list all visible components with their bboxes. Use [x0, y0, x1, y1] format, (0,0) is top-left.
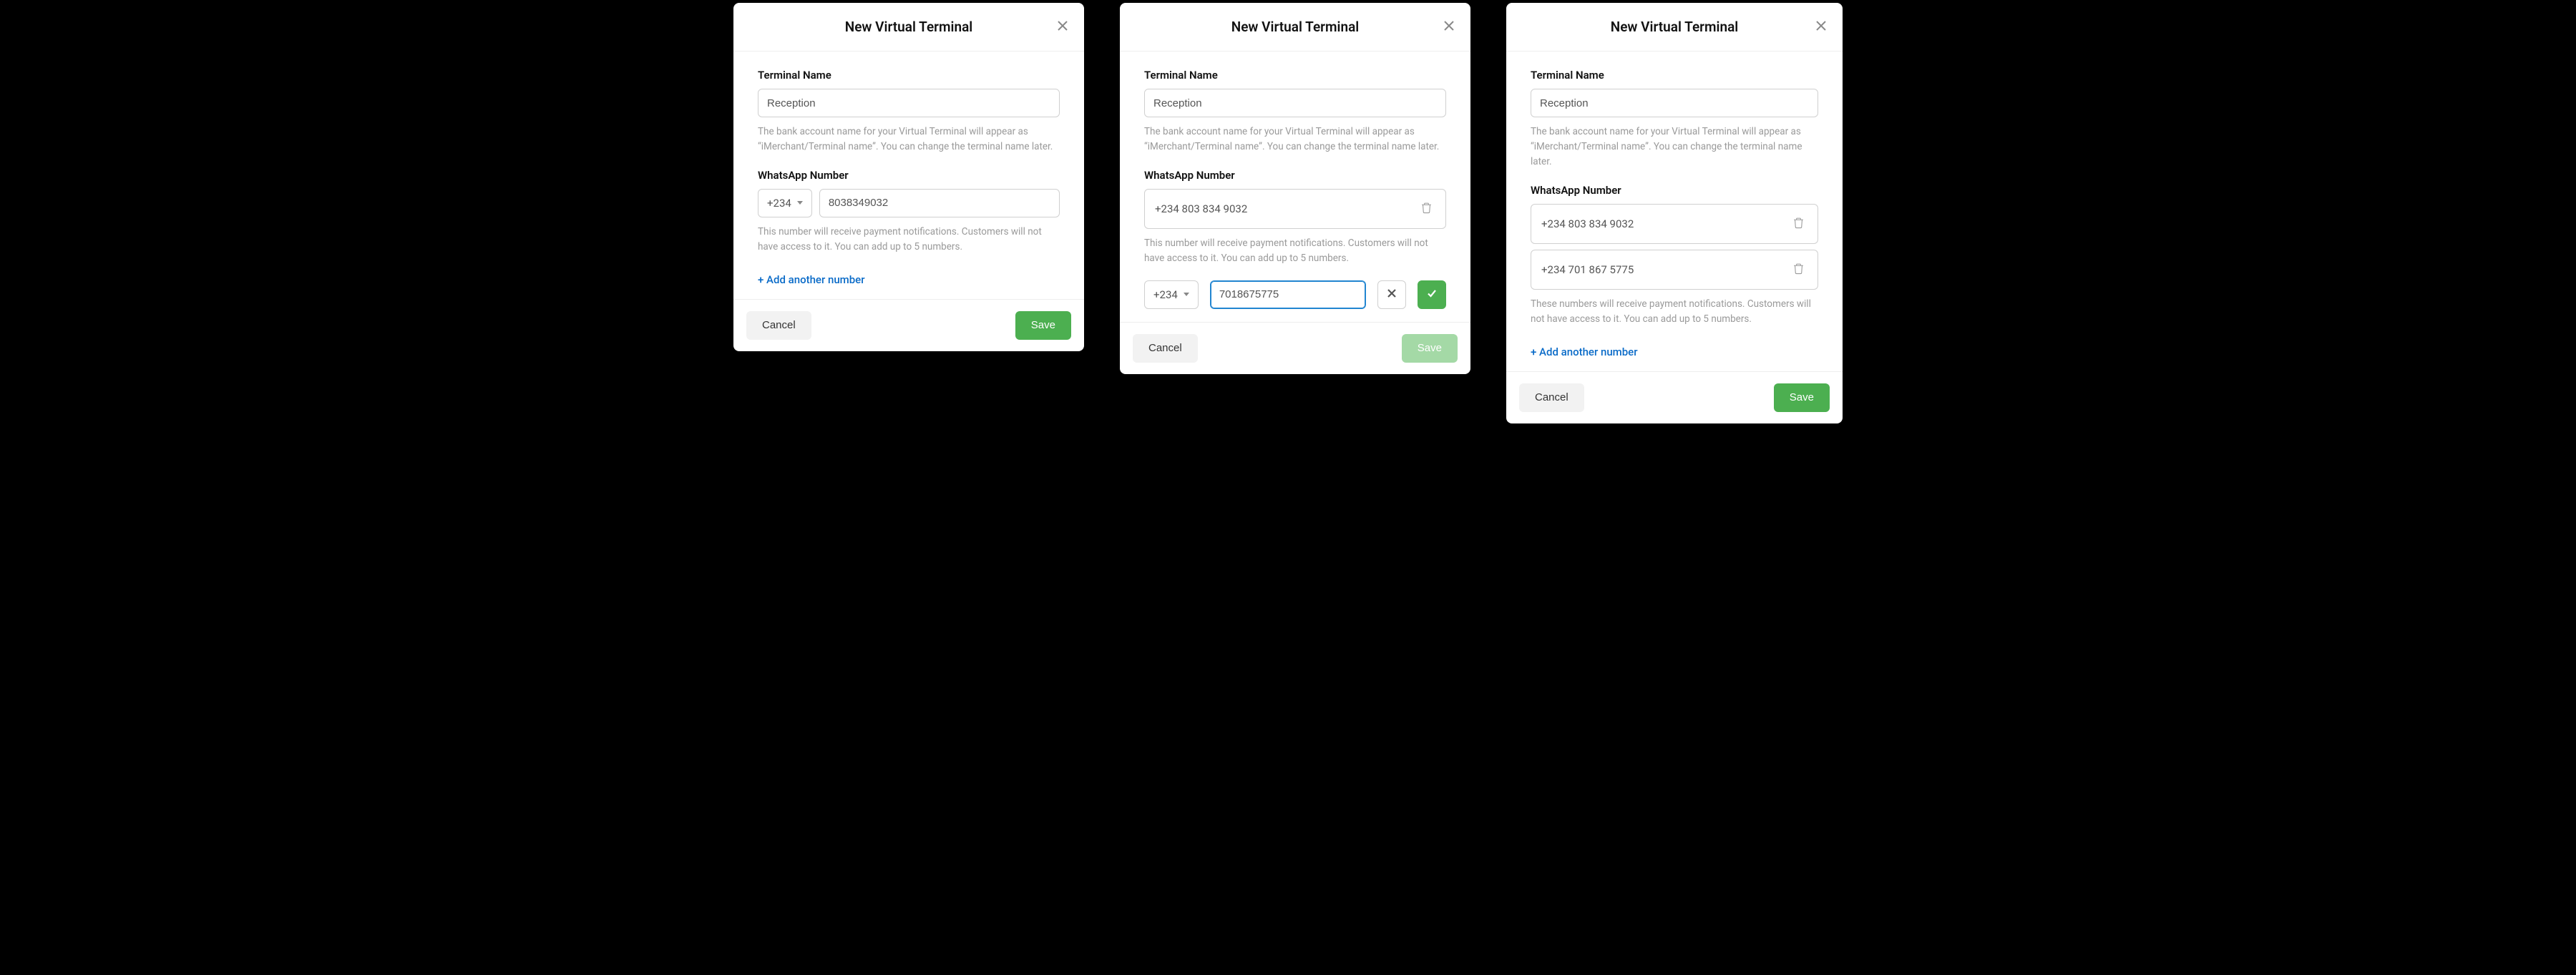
whatsapp-number-input[interactable] — [819, 189, 1060, 217]
terminal-name-group: Terminal Name The bank account name for … — [1144, 69, 1446, 155]
country-code-select[interactable]: +234 — [1144, 280, 1199, 309]
whatsapp-label: WhatsApp Number — [758, 169, 1060, 182]
modal-header: New Virtual Terminal — [1506, 3, 1843, 52]
phone-row: +234 — [758, 189, 1060, 217]
chevron-down-icon — [797, 201, 803, 205]
new-terminal-modal: New Virtual Terminal Terminal Name The b… — [1120, 3, 1470, 374]
add-number-link[interactable]: + Add another number — [758, 273, 865, 286]
new-terminal-modal: New Virtual Terminal Terminal Name The b… — [733, 3, 1084, 351]
modal-body: Terminal Name The bank account name for … — [1506, 52, 1843, 371]
country-code-value: +234 — [767, 197, 791, 210]
saved-number-text: +234 803 834 9032 — [1541, 217, 1634, 230]
cancel-button[interactable]: Cancel — [1519, 383, 1584, 412]
modal-footer: Cancel Save — [1506, 371, 1843, 423]
confirm-number-button[interactable] — [1418, 280, 1446, 309]
whatsapp-helper: This number will receive payment notific… — [1144, 236, 1446, 266]
whatsapp-helper: These numbers will receive payment notif… — [1531, 297, 1818, 327]
modal-footer: Cancel Save — [733, 299, 1084, 351]
chevron-down-icon — [1184, 293, 1189, 296]
close-button[interactable] — [1054, 17, 1071, 37]
terminal-name-label: Terminal Name — [758, 69, 1060, 82]
modal-body: Terminal Name The bank account name for … — [733, 52, 1084, 299]
whatsapp-label: WhatsApp Number — [1531, 184, 1818, 197]
delete-number-button[interactable] — [1790, 260, 1807, 280]
terminal-name-input[interactable] — [1531, 89, 1818, 117]
new-number-input[interactable] — [1210, 280, 1366, 309]
saved-number-row: +234 701 867 5775 — [1531, 250, 1818, 290]
modal-body: Terminal Name The bank account name for … — [1120, 52, 1470, 322]
modal-header: New Virtual Terminal — [733, 3, 1084, 52]
modal-title: New Virtual Terminal — [1611, 19, 1738, 35]
saved-number-row: +234 803 834 9032 — [1144, 189, 1446, 229]
whatsapp-helper: This number will receive payment notific… — [758, 225, 1060, 255]
close-icon — [1815, 22, 1827, 34]
close-icon — [1057, 22, 1068, 34]
saved-number-text: +234 803 834 9032 — [1155, 202, 1247, 215]
terminal-name-label: Terminal Name — [1144, 69, 1446, 82]
terminal-name-helper: The bank account name for your Virtual T… — [1144, 124, 1446, 155]
country-code-value: +234 — [1153, 288, 1178, 301]
close-icon — [1443, 22, 1455, 34]
trash-icon — [1420, 205, 1433, 216]
terminal-name-input[interactable] — [1144, 89, 1446, 117]
number-edit-row: +234 — [1144, 280, 1446, 309]
x-icon — [1386, 288, 1397, 302]
terminal-name-group: Terminal Name The bank account name for … — [1531, 69, 1818, 170]
terminal-name-group: Terminal Name The bank account name for … — [758, 69, 1060, 155]
check-icon — [1426, 288, 1438, 302]
cancel-button[interactable]: Cancel — [1133, 334, 1198, 363]
whatsapp-group: WhatsApp Number +234 This number will re… — [758, 169, 1060, 255]
cancel-number-button[interactable] — [1377, 280, 1406, 309]
close-button[interactable] — [1813, 17, 1830, 37]
modal-title: New Virtual Terminal — [845, 19, 972, 35]
trash-icon — [1792, 266, 1805, 277]
save-button[interactable]: Save — [1015, 311, 1071, 340]
save-button[interactable]: Save — [1402, 334, 1458, 363]
saved-number-row: +234 803 834 9032 — [1531, 204, 1818, 244]
delete-number-button[interactable] — [1790, 214, 1807, 234]
terminal-name-helper: The bank account name for your Virtual T… — [1531, 124, 1818, 170]
delete-number-button[interactable] — [1418, 199, 1435, 219]
whatsapp-group: WhatsApp Number +234 803 834 9032 +234 7… — [1531, 184, 1818, 327]
modal-header: New Virtual Terminal — [1120, 3, 1470, 52]
close-button[interactable] — [1440, 17, 1458, 37]
terminal-name-helper: The bank account name for your Virtual T… — [758, 124, 1060, 155]
modal-footer: Cancel Save — [1120, 322, 1470, 374]
cancel-button[interactable]: Cancel — [746, 311, 811, 340]
trash-icon — [1792, 220, 1805, 231]
whatsapp-group: WhatsApp Number +234 803 834 9032 This n… — [1144, 169, 1446, 309]
whatsapp-label: WhatsApp Number — [1144, 169, 1446, 182]
new-terminal-modal: New Virtual Terminal Terminal Name The b… — [1506, 3, 1843, 423]
add-number-link[interactable]: + Add another number — [1531, 346, 1638, 358]
terminal-name-label: Terminal Name — [1531, 69, 1818, 82]
terminal-name-input[interactable] — [758, 89, 1060, 117]
modal-title: New Virtual Terminal — [1231, 19, 1359, 35]
saved-number-text: +234 701 867 5775 — [1541, 263, 1634, 276]
save-button[interactable]: Save — [1774, 383, 1830, 412]
country-code-select[interactable]: +234 — [758, 189, 812, 217]
